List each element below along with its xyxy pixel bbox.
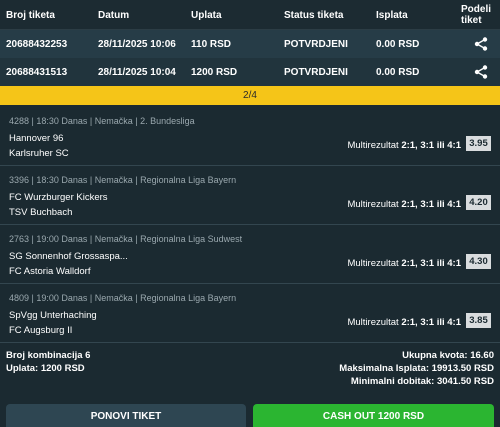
home-team: Hannover 96	[9, 133, 64, 144]
bet-pick: Multirezultat 2:1, 3:1 ili 4:1	[347, 140, 461, 151]
header-share-line1: Podeli	[461, 4, 492, 15]
pagination-indicator[interactable]: 2/4	[0, 86, 500, 105]
header-share-line2: tiket	[461, 15, 482, 26]
share-icon[interactable]	[474, 37, 488, 51]
pick-value: 2:1, 3:1 ili 4:1	[401, 317, 461, 328]
repeat-ticket-button[interactable]: PONOVI TIKET	[6, 404, 246, 427]
odd-badge: 4.30	[466, 254, 491, 269]
ticket-payment: 1200 RSD	[191, 67, 238, 78]
min-win: Minimalni dobitak: 3041.50 RSD	[350, 376, 494, 387]
home-team: SG Sonnenhof Grossaspa...	[9, 251, 128, 262]
pick-value: 2:1, 3:1 ili 4:1	[401, 199, 461, 210]
bet-pick: Multirezultat 2:1, 3:1 ili 4:1	[347, 317, 461, 328]
cashout-button[interactable]: CASH OUT 1200 RSD	[253, 404, 494, 427]
header-payout: Isplata	[376, 10, 408, 21]
pick-label: Multirezultat	[347, 199, 399, 210]
ticket-date: 28/11/2025 10:06	[98, 39, 176, 50]
share-icon[interactable]	[474, 65, 488, 79]
bet-pick: Multirezultat 2:1, 3:1 ili 4:1	[347, 258, 461, 269]
header-ticket-id: Broj tiketa	[6, 10, 55, 21]
ticket-payout: 0.00 RSD	[376, 39, 420, 50]
header-status: Status tiketa	[284, 10, 344, 21]
total-odds: Ukupna kvota: 16.60	[402, 350, 494, 361]
bet-pick: Multirezultat 2:1, 3:1 ili 4:1	[347, 199, 461, 210]
away-team: TSV Buchbach	[9, 207, 73, 218]
ticket-status: POTVRDJENI	[284, 67, 348, 78]
header-date: Datum	[98, 10, 130, 21]
tickets-table-header: Broj tiketa Datum Uplata Status tiketa I…	[0, 0, 500, 30]
pick-label: Multirezultat	[347, 317, 399, 328]
match-meta: 4288 | 18:30 Danas | Nemačka | 2. Bundes…	[9, 116, 195, 126]
match-meta: 3396 | 18:30 Danas | Nemačka | Regionaln…	[9, 175, 237, 185]
pick-value: 2:1, 3:1 ili 4:1	[401, 258, 461, 269]
stake-amount: Uplata: 1200 RSD	[6, 363, 85, 374]
ticket-payment: 110 RSD	[191, 39, 232, 50]
match-item: 4288 | 18:30 Danas | Nemačka | 2. Bundes…	[0, 107, 500, 166]
home-team: SpVgg Unterhaching	[9, 310, 97, 321]
ticket-payout: 0.00 RSD	[376, 67, 420, 78]
ticket-summary: Broj kombinacija 6 Uplata: 1200 RSD Ukup…	[0, 346, 500, 394]
away-team: Karlsruher SC	[9, 148, 69, 159]
odd-badge: 3.95	[466, 136, 491, 151]
max-payout: Maksimalna Isplata: 19913.50 RSD	[339, 363, 494, 374]
pick-value: 2:1, 3:1 ili 4:1	[401, 140, 461, 151]
away-team: FC Astoria Walldorf	[9, 266, 91, 277]
ticket-row[interactable]: 20688432253 28/11/2025 10:06 110 RSD POT…	[0, 30, 500, 58]
match-meta: 4809 | 19:00 Danas | Nemačka | Regionaln…	[9, 293, 237, 303]
ticket-status: POTVRDJENI	[284, 39, 348, 50]
match-meta: 2763 | 19:00 Danas | Nemačka | Regionaln…	[9, 234, 243, 244]
match-item: 3396 | 18:30 Danas | Nemačka | Regionaln…	[0, 166, 500, 225]
pick-label: Multirezultat	[347, 140, 399, 151]
combinations-count: Broj kombinacija 6	[6, 350, 91, 361]
ticket-id: 20688431513	[6, 67, 68, 78]
away-team: FC Augsburg II	[9, 325, 73, 336]
ticket-date: 28/11/2025 10:04	[98, 67, 176, 78]
ticket-id: 20688432253	[6, 39, 68, 50]
odd-badge: 3.85	[466, 313, 491, 328]
match-item: 2763 | 19:00 Danas | Nemačka | Regionaln…	[0, 225, 500, 284]
header-payment: Uplata	[191, 10, 222, 21]
pick-label: Multirezultat	[347, 258, 399, 269]
odd-badge: 4.20	[466, 195, 491, 210]
match-item: 4809 | 19:00 Danas | Nemačka | Regionaln…	[0, 284, 500, 343]
ticket-row[interactable]: 20688431513 28/11/2025 10:04 1200 RSD PO…	[0, 58, 500, 86]
home-team: FC Wurzburger Kickers	[9, 192, 108, 203]
